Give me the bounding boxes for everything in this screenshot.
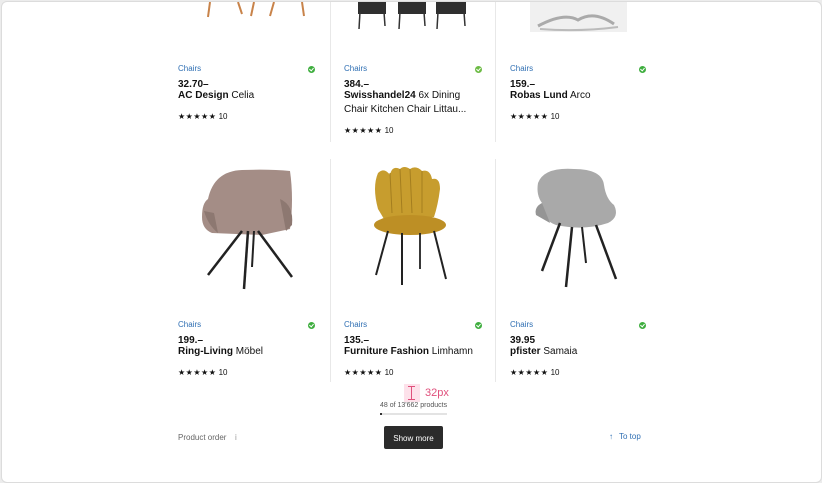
product-title[interactable]: pfister Samaia	[510, 345, 650, 359]
product-category[interactable]: Chairs	[178, 320, 201, 329]
product-card[interactable]: Chairs 39.95 pfister Samaia ★★★★★ 10	[494, 159, 659, 382]
product-rating: ★★★★★ 10	[178, 112, 228, 121]
spacing-measure-label: 32px	[425, 387, 449, 399]
review-count: 10	[384, 368, 394, 377]
product-title[interactable]: Ring-Living Möbel	[178, 345, 318, 359]
product-card[interactable]: Chairs 32.70– AC Design Celia ★★★★★ 10	[162, 2, 327, 142]
product-name: Arco	[570, 90, 591, 101]
product-rating: ★★★★★ 10	[510, 112, 560, 121]
product-image[interactable]	[162, 159, 327, 299]
product-category[interactable]: Chairs	[344, 64, 367, 73]
product-title[interactable]: Furniture Fashion Limhamn	[344, 345, 484, 359]
product-image[interactable]	[494, 159, 659, 299]
product-image[interactable]	[328, 159, 493, 299]
product-order-label[interactable]: Product order	[178, 433, 226, 442]
product-brand: Ring-Living	[178, 346, 233, 357]
product-count: 48 of 13'662 products	[380, 402, 448, 409]
product-category[interactable]: Chairs	[178, 64, 201, 73]
product-category[interactable]: Chairs	[510, 320, 533, 329]
stock-status-icon	[475, 66, 482, 73]
product-title[interactable]: AC Design Celia	[178, 89, 318, 103]
product-brand: Robas Lund	[510, 90, 568, 101]
product-card[interactable]: Chairs 199.– Ring-Living Möbel ★★★★★ 10	[162, 159, 327, 382]
product-name: Celia	[231, 90, 255, 101]
product-name: Samaia	[543, 346, 578, 357]
stock-status-icon	[308, 66, 315, 73]
product-image[interactable]	[494, 2, 659, 34]
review-count: 10	[384, 126, 394, 135]
spacing-measure-icon	[404, 384, 420, 402]
review-count: 10	[550, 112, 560, 121]
rating-stars-icon: ★★★★★	[178, 368, 217, 377]
rating-stars-icon: ★★★★★	[344, 368, 383, 377]
product-brand: Furniture Fashion	[344, 346, 429, 357]
product-category[interactable]: Chairs	[344, 320, 367, 329]
show-more-button[interactable]: Show more	[384, 426, 443, 449]
product-image[interactable]	[162, 2, 327, 22]
product-rating: ★★★★★ 10	[344, 368, 394, 377]
product-card[interactable]: Chairs 159.– Robas Lund Arco ★★★★★ 10	[494, 2, 659, 142]
stock-status-icon	[308, 322, 315, 329]
product-card[interactable]: Chairs 384.– Swisshandel24 6x Dining Cha…	[328, 2, 493, 142]
to-top-label: To top	[619, 432, 641, 441]
load-progress-bar	[380, 413, 447, 415]
rating-stars-icon: ★★★★★	[344, 126, 383, 135]
product-image[interactable]	[328, 2, 493, 32]
rating-stars-icon: ★★★★★	[510, 112, 549, 121]
arrow-up-icon: ↑	[609, 432, 613, 441]
stock-status-icon	[475, 322, 482, 329]
rating-stars-icon: ★★★★★	[178, 112, 217, 121]
product-brand: Swisshandel24	[344, 90, 416, 101]
review-count: 10	[550, 368, 560, 377]
product-brand: AC Design	[178, 90, 229, 101]
stock-status-icon	[639, 66, 646, 73]
info-icon[interactable]: i	[235, 433, 237, 442]
stock-status-icon	[639, 322, 646, 329]
product-category[interactable]: Chairs	[510, 64, 533, 73]
review-count: 10	[218, 368, 228, 377]
product-name: Limhamn	[431, 346, 473, 357]
product-rating: ★★★★★ 10	[344, 126, 394, 135]
to-top-link[interactable]: ↑ To top	[609, 432, 641, 441]
product-title[interactable]: Robas Lund Arco	[510, 89, 650, 103]
product-title[interactable]: Swisshandel24 6x Dining Chair Kitchen Ch…	[344, 89, 484, 117]
review-count: 10	[218, 112, 228, 121]
product-rating: ★★★★★ 10	[510, 368, 560, 377]
product-rating: ★★★★★ 10	[178, 368, 228, 377]
product-listing-page: Chairs 32.70– AC Design Celia ★★★★★ 10 C…	[1, 1, 822, 483]
product-card[interactable]: Chairs 135.– Furniture Fashion Limhamn ★…	[328, 159, 493, 382]
load-progress-fill	[380, 413, 382, 415]
product-brand: pfister	[510, 346, 541, 357]
product-name: Möbel	[235, 346, 264, 357]
rating-stars-icon: ★★★★★	[510, 368, 549, 377]
